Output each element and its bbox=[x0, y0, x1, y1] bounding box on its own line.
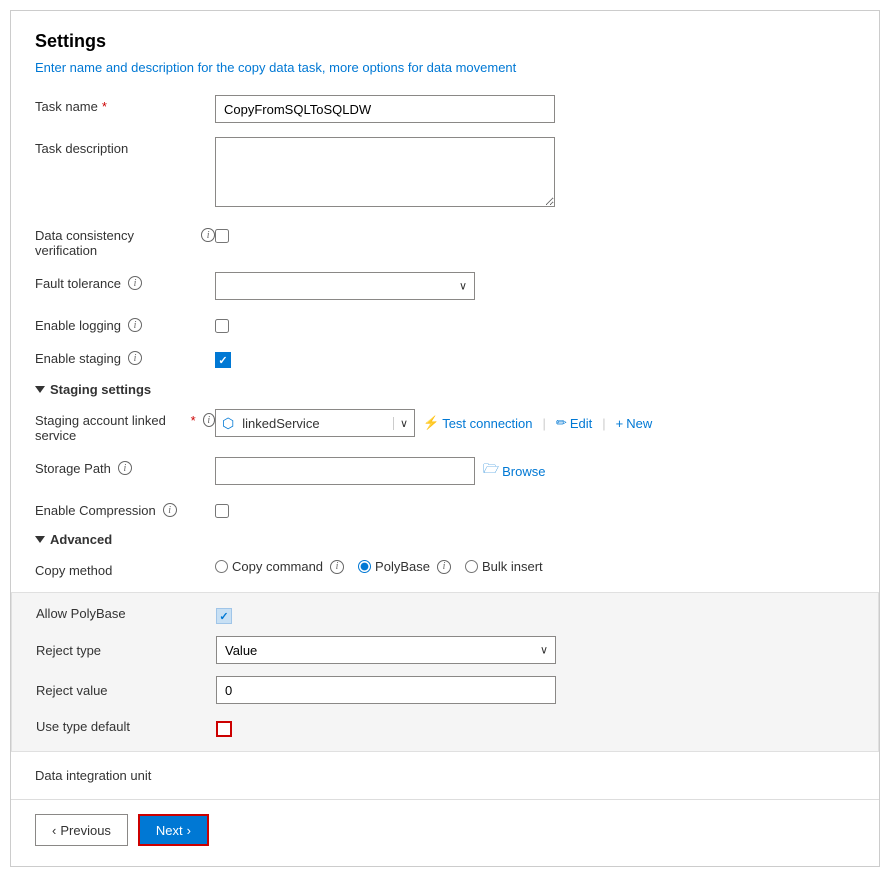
enable-logging-label: Enable logging i bbox=[35, 314, 215, 333]
storage-path-row: Storage Path i 🗁 Browse bbox=[35, 457, 855, 485]
copy-command-info-icon[interactable]: i bbox=[330, 560, 344, 574]
previous-arrow-icon: ‹ bbox=[52, 823, 56, 838]
required-indicator: * bbox=[102, 99, 107, 114]
reject-value-input[interactable] bbox=[216, 676, 556, 704]
subtitle-link[interactable]: Enter name and description for the copy … bbox=[35, 60, 855, 75]
use-type-default-checkbox[interactable] bbox=[216, 721, 232, 737]
staging-account-info-icon[interactable]: i bbox=[203, 413, 215, 427]
separator-2: | bbox=[602, 416, 605, 431]
storage-path-controls: 🗁 Browse bbox=[215, 457, 545, 485]
enable-logging-control bbox=[215, 314, 229, 333]
plus-icon: + bbox=[616, 416, 624, 431]
data-consistency-row: Data consistency verification i bbox=[35, 224, 855, 258]
reject-type-label: Reject type bbox=[36, 643, 216, 658]
test-connection-icon: ⚡ bbox=[423, 415, 439, 431]
data-consistency-label: Data consistency verification i bbox=[35, 224, 215, 258]
copy-method-label: Copy method bbox=[35, 559, 215, 578]
advanced-header[interactable]: Advanced bbox=[35, 532, 855, 547]
reject-value-row: Reject value bbox=[36, 676, 854, 704]
enable-compression-label: Enable Compression i bbox=[35, 499, 215, 518]
copy-command-option[interactable]: Copy command i bbox=[215, 559, 344, 574]
data-consistency-checkbox[interactable] bbox=[215, 229, 229, 243]
enable-compression-control bbox=[215, 499, 229, 518]
task-description-control bbox=[215, 137, 555, 210]
bulk-insert-radio[interactable] bbox=[465, 560, 478, 573]
use-type-default-label: Use type default bbox=[36, 719, 216, 734]
data-consistency-control bbox=[215, 224, 229, 243]
fault-tolerance-row: Fault tolerance i ∨ bbox=[35, 272, 855, 300]
fault-tolerance-select-wrap: ∨ bbox=[215, 272, 475, 300]
copy-method-controls: Copy command i PolyBase i Bulk insert bbox=[215, 559, 543, 574]
browse-button[interactable]: 🗁 Browse bbox=[483, 460, 545, 482]
copy-method-row: Copy method Copy command i PolyBase i Bu… bbox=[35, 559, 855, 578]
enable-staging-label: Enable staging i bbox=[35, 347, 215, 366]
fault-tolerance-label: Fault tolerance i bbox=[35, 272, 215, 291]
edit-button[interactable]: ✏ Edit bbox=[556, 415, 592, 431]
next-button[interactable]: Next › bbox=[138, 814, 209, 846]
linked-service-dropdown[interactable]: ⬡ linkedService ∨ bbox=[215, 409, 415, 437]
polybase-section: Allow PolyBase Reject type Value Percent… bbox=[11, 592, 879, 752]
task-description-row: Task description bbox=[35, 137, 855, 210]
linked-service-chevron-icon: ∨ bbox=[393, 417, 414, 430]
linked-service-db-icon: ⬡ bbox=[216, 415, 240, 432]
fault-tolerance-select[interactable] bbox=[215, 272, 475, 300]
copy-command-radio[interactable] bbox=[215, 560, 228, 573]
allow-polybase-control bbox=[216, 603, 232, 624]
allow-polybase-row: Allow PolyBase bbox=[36, 603, 854, 624]
task-name-row: Task name * bbox=[35, 95, 855, 123]
polybase-option[interactable]: PolyBase i bbox=[358, 559, 451, 574]
pencil-icon: ✏ bbox=[556, 415, 567, 431]
enable-staging-control bbox=[215, 347, 231, 368]
reject-type-select[interactable]: Value Percentage bbox=[216, 636, 556, 664]
allow-polybase-label: Allow PolyBase bbox=[36, 606, 216, 621]
polybase-radio[interactable] bbox=[358, 560, 371, 573]
enable-staging-row: Enable staging i bbox=[35, 347, 855, 368]
staging-settings-header[interactable]: Staging settings bbox=[35, 382, 855, 397]
staging-account-row: Staging account linked service * i ⬡ lin… bbox=[35, 409, 855, 443]
task-name-label: Task name * bbox=[35, 95, 215, 114]
task-description-input[interactable] bbox=[215, 137, 555, 207]
fault-tolerance-control: ∨ bbox=[215, 272, 555, 300]
polybase-info-icon[interactable]: i bbox=[437, 560, 451, 574]
page-title: Settings bbox=[35, 31, 855, 52]
data-consistency-info-icon[interactable]: i bbox=[201, 228, 215, 242]
enable-logging-row: Enable logging i bbox=[35, 314, 855, 333]
previous-button[interactable]: ‹ Previous bbox=[35, 814, 128, 846]
enable-staging-info-icon[interactable]: i bbox=[128, 351, 142, 365]
allow-polybase-checkbox[interactable] bbox=[216, 608, 232, 624]
use-type-default-row: Use type default bbox=[36, 716, 854, 737]
data-integration-label: Data integration unit bbox=[35, 768, 855, 783]
staging-settings-triangle-icon bbox=[35, 386, 45, 393]
enable-staging-checkbox[interactable] bbox=[215, 352, 231, 368]
bulk-insert-option[interactable]: Bulk insert bbox=[465, 559, 543, 574]
advanced-triangle-icon bbox=[35, 536, 45, 543]
enable-logging-info-icon[interactable]: i bbox=[128, 318, 142, 332]
enable-compression-info-icon[interactable]: i bbox=[163, 503, 177, 517]
storage-path-label: Storage Path i bbox=[35, 457, 215, 476]
data-integration-section: Data integration unit bbox=[35, 768, 855, 783]
new-button[interactable]: + New bbox=[616, 416, 653, 431]
staging-account-label: Staging account linked service * i bbox=[35, 409, 215, 443]
staging-account-required: * bbox=[191, 413, 196, 428]
staging-account-controls: ⬡ linkedService ∨ ⚡ Test connection | ✏ … bbox=[215, 409, 652, 437]
footer-row: ‹ Previous Next › bbox=[35, 800, 855, 846]
enable-logging-checkbox[interactable] bbox=[215, 319, 229, 333]
folder-icon: 🗁 bbox=[483, 460, 499, 482]
fault-tolerance-info-icon[interactable]: i bbox=[128, 276, 142, 290]
task-name-control bbox=[215, 95, 555, 123]
separator-1: | bbox=[543, 416, 546, 431]
next-arrow-icon: › bbox=[187, 823, 191, 838]
enable-compression-row: Enable Compression i bbox=[35, 499, 855, 518]
reject-type-control: Value Percentage ∨ bbox=[216, 636, 556, 664]
enable-compression-checkbox[interactable] bbox=[215, 504, 229, 518]
test-connection-button[interactable]: ⚡ Test connection bbox=[423, 415, 533, 431]
task-description-label: Task description bbox=[35, 137, 215, 156]
linked-service-text: linkedService bbox=[240, 416, 393, 431]
reject-value-label: Reject value bbox=[36, 683, 216, 698]
task-name-input[interactable] bbox=[215, 95, 555, 123]
storage-path-info-icon[interactable]: i bbox=[118, 461, 132, 475]
use-type-default-control bbox=[216, 716, 232, 737]
storage-path-input[interactable] bbox=[215, 457, 475, 485]
reject-type-row: Reject type Value Percentage ∨ bbox=[36, 636, 854, 664]
